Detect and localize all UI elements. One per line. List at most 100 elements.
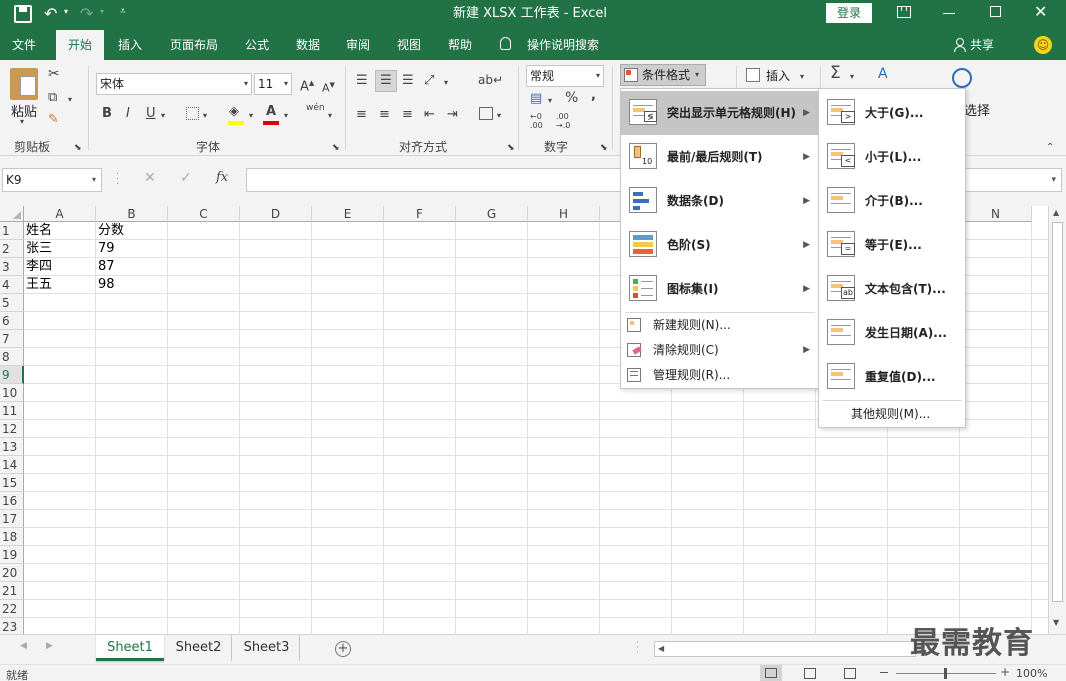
copy-dropdown-icon[interactable]: ▾ <box>68 92 72 108</box>
vertical-scrollbar[interactable]: ▲ ▼ <box>1048 206 1066 634</box>
sheet-tab-2[interactable]: Sheet2 <box>166 635 232 661</box>
paste-icon[interactable] <box>10 68 38 100</box>
column-header-n[interactable]: N <box>960 206 1032 222</box>
borders-dropdown-icon[interactable]: ▾ <box>203 108 207 124</box>
alignment-launcher-icon[interactable]: ⬊ <box>507 140 515 156</box>
confirm-entry-icon[interactable]: ✓ <box>180 170 192 186</box>
insert-cells-icon[interactable] <box>746 68 760 82</box>
increase-font-size-icon[interactable]: A▲ <box>300 75 314 95</box>
ribbon-display-icon[interactable] <box>897 6 911 18</box>
customize-icon[interactable]: ⩡ <box>120 6 126 17</box>
align-left-icon[interactable]: ≡ <box>356 107 367 123</box>
login-button[interactable]: 登录 <box>826 3 872 23</box>
row-header-18[interactable]: 18 <box>0 528 24 546</box>
autosum-dropdown-icon[interactable]: ▾ <box>850 69 854 85</box>
zoom-out-icon[interactable] <box>880 672 888 673</box>
tab-insert[interactable]: 插入 <box>118 30 148 60</box>
prev-sheet-icon[interactable]: ◀ <box>20 641 27 651</box>
row-header-15[interactable]: 15 <box>0 474 24 492</box>
row-header-22[interactable]: 22 <box>0 600 24 618</box>
row-header-7[interactable]: 7 <box>0 330 24 348</box>
share-button[interactable]: 共享 <box>970 30 1000 60</box>
page-break-view-icon[interactable] <box>844 668 856 679</box>
horizontal-scrollbar[interactable]: ◀ <box>654 641 916 657</box>
font-color-icon[interactable]: A <box>266 104 276 120</box>
row-header-13[interactable]: 13 <box>0 438 24 456</box>
conditional-format-button[interactable]: 条件格式 ▾ <box>620 64 706 86</box>
row-header-8[interactable]: 8 <box>0 348 24 366</box>
insert-dropdown-icon[interactable]: ▾ <box>800 69 804 85</box>
row-header-21[interactable]: 21 <box>0 582 24 600</box>
underline-dropdown-icon[interactable]: ▾ <box>161 108 165 124</box>
add-sheet-icon[interactable]: + <box>335 641 351 657</box>
menu-item-manage-rules[interactable]: 管理规则(R)... <box>621 363 818 388</box>
font-color-dropdown-icon[interactable]: ▾ <box>284 108 288 124</box>
sheet-tab-3[interactable]: Sheet3 <box>234 635 300 661</box>
tab-view[interactable]: 视图 <box>397 30 427 60</box>
column-header-f[interactable]: F <box>384 206 456 222</box>
decrease-font-size-icon[interactable]: A▼ <box>322 77 335 97</box>
cell-a3[interactable]: 李四 <box>24 258 96 276</box>
row-header-3[interactable]: 3 <box>0 258 24 276</box>
row-header-23[interactable]: 23 <box>0 618 24 634</box>
font-name-select[interactable]: 宋体 ▾ <box>96 73 252 95</box>
submenu-item-5[interactable]: 发生日期(A)... <box>819 311 965 355</box>
menu-item-clear-rules[interactable]: 清除规则(C) ▶ <box>621 338 818 363</box>
find-select-icon[interactable] <box>952 68 972 88</box>
zoom-slider-thumb[interactable] <box>944 668 947 679</box>
expand-formula-bar-icon[interactable]: ▾ <box>1051 170 1056 190</box>
cut-icon[interactable]: ✂ <box>48 66 60 82</box>
tab-review[interactable]: 审阅 <box>346 30 376 60</box>
page-layout-view-icon[interactable] <box>804 668 816 679</box>
row-header-2[interactable]: 2 <box>0 240 24 258</box>
phonetic-guide-icon[interactable]: wén <box>306 103 325 113</box>
column-header-e[interactable]: E <box>312 206 384 222</box>
fill-color-icon[interactable]: ◈ <box>229 104 239 120</box>
menu-item-top-bottom-rules[interactable]: 10 最前/最后规则(T) ▶ <box>621 135 818 179</box>
sort-filter-icon[interactable]: A <box>878 66 888 82</box>
align-right-icon[interactable]: ≡ <box>402 107 413 123</box>
column-header-b[interactable]: B <box>96 206 168 222</box>
cell-b1[interactable]: 分数 <box>96 222 168 240</box>
tab-data[interactable]: 数据 <box>296 30 326 60</box>
row-header-10[interactable]: 10 <box>0 384 24 402</box>
insert-function-icon[interactable]: fx <box>216 170 228 185</box>
row-header-5[interactable]: 5 <box>0 294 24 312</box>
name-box[interactable]: K9 ▾ <box>2 168 102 192</box>
clipboard-launcher-icon[interactable]: ⬊ <box>74 140 82 156</box>
sheet-tab-1[interactable]: Sheet1 <box>96 635 164 661</box>
select-all-corner[interactable] <box>0 206 24 222</box>
tab-page-layout[interactable]: 页面布局 <box>170 30 230 60</box>
menu-item-icon-sets[interactable]: 图标集(I) ▶ <box>621 267 818 311</box>
tell-me-search[interactable]: 操作说明搜索 <box>527 30 607 60</box>
submenu-item-6[interactable]: 重复值(D)... <box>819 355 965 399</box>
row-header-19[interactable]: 19 <box>0 546 24 564</box>
currency-dropdown-icon[interactable]: ▾ <box>548 93 552 109</box>
paste-dropdown-icon[interactable]: ▾ <box>20 117 24 126</box>
italic-button[interactable]: I <box>126 106 130 122</box>
minimize-icon[interactable] <box>943 13 955 14</box>
menu-item-color-scales[interactable]: 色阶(S) ▶ <box>621 223 818 267</box>
cell-a1[interactable]: 姓名 <box>24 222 96 240</box>
decrease-indent-icon[interactable]: ⇤ <box>424 107 435 123</box>
comma-button[interactable]: , <box>591 88 596 104</box>
column-header-a[interactable]: A <box>24 206 96 222</box>
submenu-item-4[interactable]: ab 文本包含(T)... <box>819 267 965 311</box>
tab-formulas[interactable]: 公式 <box>245 30 275 60</box>
redo-icon[interactable]: ↷ <box>80 4 93 23</box>
next-sheet-icon[interactable]: ▶ <box>46 641 53 651</box>
insert-cells-button[interactable]: 插入 <box>766 67 790 84</box>
row-header-4[interactable]: 4 <box>0 276 24 294</box>
undo-icon[interactable]: ↶ <box>44 4 57 23</box>
cell-b4[interactable]: 98 <box>96 276 168 294</box>
row-header-12[interactable]: 12 <box>0 420 24 438</box>
cell-b3[interactable]: 87 <box>96 258 168 276</box>
align-bottom-icon[interactable]: ☰ <box>402 73 414 89</box>
row-header-1[interactable]: 1 <box>0 222 24 240</box>
merge-center-icon[interactable] <box>479 107 493 120</box>
collapse-ribbon-icon[interactable]: ⌃ <box>1046 140 1054 156</box>
submenu-item-1[interactable]: < 小于(L)... <box>819 135 965 179</box>
menu-item-highlight-rules[interactable]: ≶ 突出显示单元格规则(H) ▶ <box>621 91 818 135</box>
number-format-select[interactable]: 常规 ▾ <box>526 65 604 87</box>
save-icon[interactable] <box>14 5 32 23</box>
